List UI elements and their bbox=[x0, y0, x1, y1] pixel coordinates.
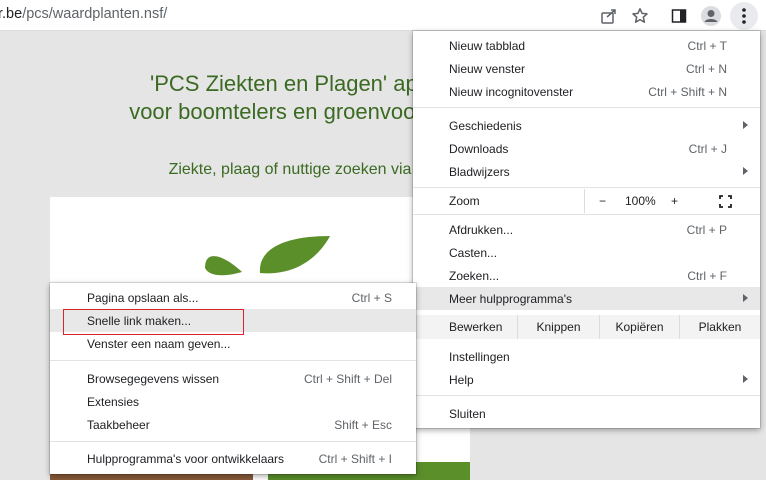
menu-shortcut: Ctrl + Shift + I bbox=[318, 451, 392, 466]
menu-item-print[interactable]: Afdrukken... Ctrl + P bbox=[413, 218, 760, 241]
menu-item-help[interactable]: Help bbox=[413, 368, 760, 391]
submenu-arrow-icon bbox=[743, 167, 748, 175]
menu-label: Browsegegevens wissen bbox=[87, 371, 220, 386]
menu-separator bbox=[413, 187, 760, 188]
submenu-item-task-manager[interactable]: Taakbeheer Shift + Esc bbox=[50, 413, 416, 436]
profile-icon[interactable] bbox=[699, 4, 723, 28]
menu-separator bbox=[50, 441, 416, 442]
menu-item-cast[interactable]: Casten... bbox=[413, 241, 760, 264]
submenu-item-dev-tools[interactable]: Hulpprogramma's voor ontwikkelaars Ctrl … bbox=[50, 447, 416, 470]
menu-label: Nieuw venster bbox=[449, 61, 526, 76]
menu-shortcut: Ctrl + T bbox=[687, 38, 727, 53]
menu-label: Extensies bbox=[87, 394, 140, 409]
submenu-item-clear-data[interactable]: Browsegegevens wissen Ctrl + Shift + Del bbox=[50, 367, 416, 390]
menu-label: Casten... bbox=[449, 245, 498, 260]
url-domain: r.be bbox=[0, 6, 23, 22]
menu-zoom-row: Zoom − 100% + bbox=[413, 189, 760, 213]
menu-label: Taakbeheer bbox=[87, 417, 150, 432]
menu-item-new-window[interactable]: Nieuw venster Ctrl + N bbox=[413, 57, 760, 80]
highlight-box bbox=[63, 309, 244, 335]
menu-separator bbox=[50, 360, 416, 361]
menu-label: Nieuw tabblad bbox=[449, 38, 526, 53]
zoom-out-button[interactable]: − bbox=[599, 194, 606, 208]
menu-shortcut: Ctrl + Shift + N bbox=[648, 84, 727, 99]
menu-separator bbox=[413, 395, 760, 396]
kebab-menu-icon[interactable] bbox=[730, 2, 758, 30]
menu-shortcut: Ctrl + P bbox=[686, 222, 727, 237]
submenu-arrow-icon bbox=[743, 375, 748, 383]
menu-label: Zoeken... bbox=[449, 268, 500, 283]
menu-label: Bladwijzers bbox=[449, 164, 510, 179]
menu-item-new-tab[interactable]: Nieuw tabblad Ctrl + T bbox=[413, 34, 760, 57]
zoom-label: Zoom bbox=[449, 194, 480, 208]
browser-toolbar: r.be/pcs/waardplanten.nsf/ bbox=[0, 0, 766, 31]
menu-item-exit[interactable]: Sluiten bbox=[413, 402, 760, 425]
menu-label: Pagina opslaan als... bbox=[87, 290, 199, 305]
menu-shortcut: Shift + Esc bbox=[334, 417, 392, 432]
menu-item-downloads[interactable]: Downloads Ctrl + J bbox=[413, 137, 760, 160]
menu-separator bbox=[413, 107, 760, 108]
menu-label: Hulpprogramma's voor ontwikkelaars bbox=[87, 451, 285, 466]
cut-button[interactable]: Knippen bbox=[517, 315, 599, 339]
menu-separator bbox=[413, 214, 760, 215]
submenu-arrow-icon bbox=[743, 294, 748, 302]
menu-shortcut: Ctrl + Shift + Del bbox=[303, 371, 392, 386]
menu-label: Instellingen bbox=[449, 349, 510, 364]
menu-item-settings[interactable]: Instellingen bbox=[413, 345, 760, 368]
url-path: /pcs/waardplanten.nsf/ bbox=[22, 6, 168, 22]
menu-label: Nieuw incognitovenster bbox=[449, 84, 574, 99]
menu-item-bookmarks[interactable]: Bladwijzers bbox=[413, 160, 760, 183]
menu-edit-row: Bewerken Knippen Kopiëren Plakken bbox=[413, 315, 760, 339]
chrome-main-menu: Nieuw tabblad Ctrl + T Nieuw venster Ctr… bbox=[413, 31, 760, 428]
paste-button[interactable]: Plakken bbox=[679, 315, 760, 339]
submenu-item-extensions[interactable]: Extensies bbox=[50, 390, 416, 413]
menu-item-new-incognito[interactable]: Nieuw incognitovenster Ctrl + Shift + N bbox=[413, 80, 760, 103]
submenu-item-name-window[interactable]: Venster een naam geven... bbox=[50, 332, 416, 355]
zoom-level: 100% bbox=[625, 194, 656, 208]
menu-label: Venster een naam geven... bbox=[87, 336, 231, 351]
menu-label: Afdrukken... bbox=[449, 222, 514, 237]
edit-label: Bewerken bbox=[449, 320, 503, 334]
menu-item-more-tools[interactable]: Meer hulpprogramma's bbox=[413, 287, 760, 310]
side-panel-icon[interactable] bbox=[667, 4, 691, 28]
menu-label: Downloads bbox=[449, 141, 509, 156]
menu-shortcut: Ctrl + N bbox=[685, 61, 727, 76]
copy-button[interactable]: Kopiëren bbox=[599, 315, 679, 339]
menu-label: Meer hulpprogramma's bbox=[449, 291, 573, 306]
zoom-in-button[interactable]: + bbox=[671, 194, 678, 208]
menu-label: Sluiten bbox=[449, 406, 486, 421]
menu-shortcut: Ctrl + F bbox=[687, 268, 727, 283]
menu-item-find[interactable]: Zoeken... Ctrl + F bbox=[413, 264, 760, 287]
submenu-item-save-page[interactable]: Pagina opslaan als... Ctrl + S bbox=[50, 286, 416, 309]
menu-label: Help bbox=[449, 372, 474, 387]
submenu-arrow-icon bbox=[743, 121, 748, 129]
menu-item-history[interactable]: Geschiedenis bbox=[413, 114, 760, 137]
address-bar[interactable]: r.be/pcs/waardplanten.nsf/ bbox=[0, 6, 167, 22]
menu-shortcut: Ctrl + J bbox=[688, 141, 727, 156]
share-icon[interactable] bbox=[597, 4, 621, 28]
menu-shortcut: Ctrl + S bbox=[351, 290, 392, 305]
menu-label: Geschiedenis bbox=[449, 118, 522, 133]
bookmark-star-icon[interactable] bbox=[628, 4, 652, 28]
fullscreen-icon[interactable] bbox=[719, 195, 732, 211]
